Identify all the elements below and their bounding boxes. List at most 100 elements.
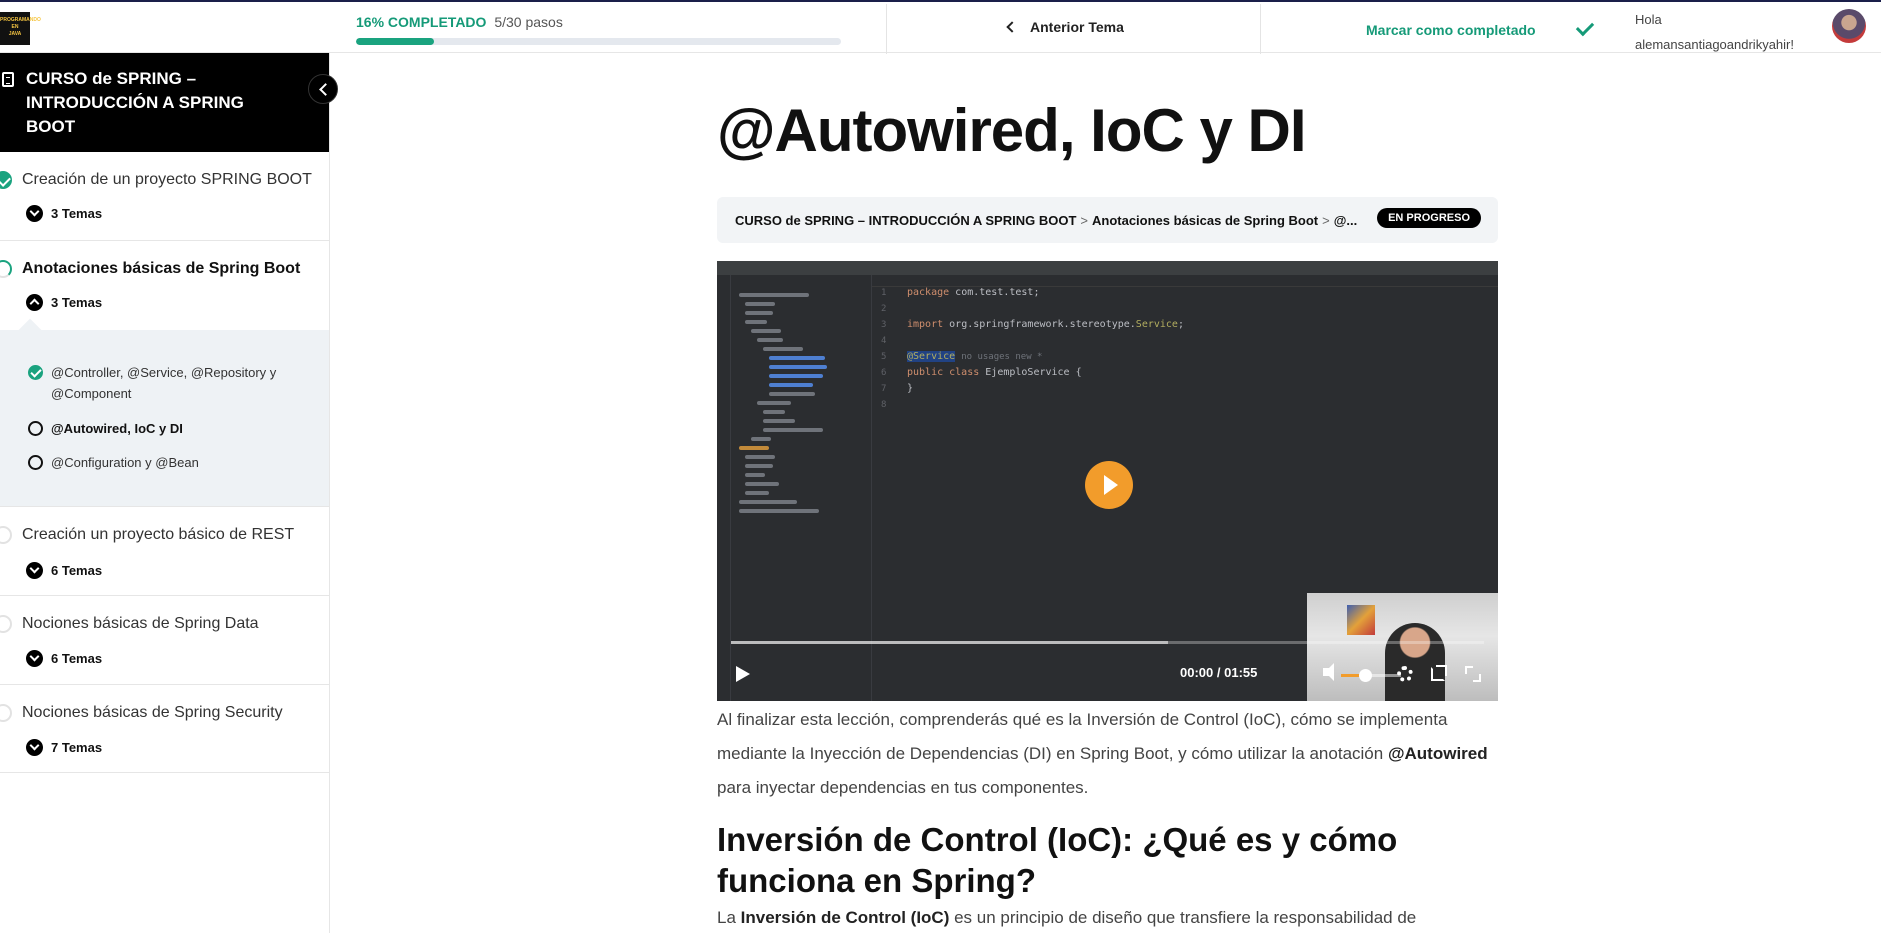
topic-label: @Controller, @Service, @Repository y @Co… xyxy=(51,362,276,404)
seek-bar-buffered xyxy=(731,641,1168,644)
topic-label: @Autowired, IoC y DI xyxy=(51,421,183,436)
topics-toggle[interactable]: 7 Temas xyxy=(26,739,102,756)
divider xyxy=(1260,4,1261,54)
breadcrumb-course[interactable]: CURSO de SPRING – INTRODUCCIÓN A SPRING … xyxy=(735,213,1076,228)
code-line-7: } xyxy=(907,383,914,394)
section-heading: Inversión de Control (IoC): ¿Qué es y có… xyxy=(717,821,1398,899)
time-separator: / xyxy=(1216,665,1221,680)
course-title: CURSO de SPRING – INTRODUCCIÓN A SPRING … xyxy=(26,69,244,136)
circle-icon xyxy=(0,615,12,633)
chevron-down-icon xyxy=(26,739,43,756)
topic-label-line1: @Controller, @Service, @Repository y xyxy=(51,365,277,380)
lesson-item[interactable]: Anotaciones básicas de Spring Boot 3 Tem… xyxy=(0,241,329,330)
circle-icon xyxy=(28,455,43,470)
code-line-5: @Service no usages new * xyxy=(907,351,1043,362)
topic-item[interactable]: @Controller, @Service, @Repository y @Co… xyxy=(28,362,276,404)
circle-icon xyxy=(0,526,12,544)
code-editor: package com.test.test; import org.spring… xyxy=(907,285,1184,397)
breadcrumb-lesson[interactable]: Anotaciones básicas de Spring Boot xyxy=(1092,213,1318,228)
lesson-title[interactable]: Nociones básicas de Spring Security xyxy=(22,704,283,722)
mark-complete-button[interactable]: Marcar como completado xyxy=(1366,22,1536,38)
poster xyxy=(1347,605,1375,635)
topics-toggle[interactable]: 3 Temas xyxy=(26,294,102,311)
ioc-bold: Inversión de Control (IoC) xyxy=(740,908,950,927)
completed-check-icon xyxy=(0,171,12,189)
ide-tool-gutter xyxy=(717,275,731,701)
lesson-item[interactable]: Creación un proyecto básico de REST 6 Te… xyxy=(0,506,329,596)
topics-toggle[interactable]: 6 Temas xyxy=(26,562,102,579)
page-title: @Autowired, IoC y DI xyxy=(717,97,1307,164)
course-header[interactable]: CURSO de SPRING – INTRODUCCIÓN A SPRING … xyxy=(0,53,338,152)
circle-icon xyxy=(28,421,43,436)
volume-slider[interactable] xyxy=(1341,669,1401,682)
volume-knob[interactable] xyxy=(1359,669,1372,682)
lesson-item[interactable]: Nociones básicas de Spring Data 6 Temas xyxy=(0,596,329,685)
breadcrumb-separator: > xyxy=(1080,212,1088,228)
gear-icon[interactable] xyxy=(1397,666,1413,682)
user-greeting: Hola alemansantiagoandrikyahir! xyxy=(1635,7,1794,57)
status-badge: EN PROGRESO xyxy=(1377,208,1481,228)
topics-count: 3 Temas xyxy=(51,295,103,310)
divider xyxy=(886,4,887,54)
topic-label: @Configuration y @Bean xyxy=(51,455,199,470)
check-icon[interactable] xyxy=(1575,17,1595,37)
ide-project-tree xyxy=(731,275,872,701)
intro-text-end: para inyectar dependencias en tus compon… xyxy=(717,778,1089,797)
lesson-item[interactable]: Creación de un proyecto SPRING BOOT 3 Te… xyxy=(0,152,329,241)
intro-text: Al finalizar esta lección, comprenderás … xyxy=(717,710,1448,763)
breadcrumb-current: @... xyxy=(1333,212,1358,228)
topics-count: 6 Temas xyxy=(51,563,103,578)
lesson-title[interactable]: Nociones básicas de Spring Data xyxy=(22,615,259,633)
breadcrumb-separator: > xyxy=(1322,212,1330,228)
collapse-sidebar-button[interactable] xyxy=(308,74,338,104)
intro-paragraph: Al finalizar esta lección, comprenderás … xyxy=(717,703,1507,805)
topics-toggle[interactable]: 3 Temas xyxy=(26,205,102,222)
ioc-text: La xyxy=(717,908,741,927)
play-icon[interactable] xyxy=(736,666,750,682)
chevron-down-icon xyxy=(26,205,43,222)
course-progress: 16% COMPLETADO 5/30 pasos xyxy=(356,14,841,45)
greeting-username: alemansantiagoandrikyahir! xyxy=(1635,37,1794,52)
progress-bar-fill xyxy=(356,38,434,45)
presenter xyxy=(1385,623,1445,701)
progress-ring-icon xyxy=(0,260,12,278)
time-current: 00:00 xyxy=(1180,665,1214,680)
ioc-text-end: es un principio de diseño que transfiere… xyxy=(949,908,1417,927)
breadcrumb: CURSO de SPRING – INTRODUCCIÓN A SPRING … xyxy=(717,197,1498,243)
intro-bold: @Autowired xyxy=(1387,744,1488,763)
chevron-down-icon xyxy=(26,562,43,579)
topic-list: @Controller, @Service, @Repository y @Co… xyxy=(0,318,329,506)
greeting-hello: Hola xyxy=(1635,12,1662,27)
video-player[interactable]: 12345678 package com.test.test; import o… xyxy=(717,261,1498,701)
lesson-title[interactable]: Creación de un proyecto SPRING BOOT xyxy=(22,171,312,189)
top-bar: PROGRAMANDO EN JAVA 16% COMPLETADO 5/30 … xyxy=(0,0,1881,54)
chevron-left-icon xyxy=(1006,21,1018,33)
topics-toggle[interactable]: 6 Temas xyxy=(26,650,102,667)
logo-line2: EN xyxy=(11,24,19,30)
popout-icon[interactable] xyxy=(1431,665,1447,681)
avatar[interactable] xyxy=(1832,9,1866,43)
topics-count: 6 Temas xyxy=(51,651,103,666)
site-logo[interactable]: PROGRAMANDO EN JAVA xyxy=(0,12,41,45)
line-numbers: 12345678 xyxy=(881,288,887,410)
topic-label-line2: @Component xyxy=(51,386,132,401)
play-button-large[interactable] xyxy=(1085,461,1133,509)
code-line-6: public class EjemploService { xyxy=(907,367,1082,378)
code-line-1: package com.test.test; xyxy=(907,287,1040,298)
lesson-item[interactable]: Nociones básicas de Spring Security 7 Te… xyxy=(0,685,329,773)
previous-topic-button[interactable]: Anterior Tema xyxy=(1006,19,1124,35)
lesson-title[interactable]: Anotaciones básicas de Spring Boot xyxy=(22,260,300,278)
fullscreen-icon[interactable] xyxy=(1465,666,1481,682)
time-display: 00:00 / 01:55 xyxy=(1180,665,1257,680)
topic-item[interactable]: @Configuration y @Bean xyxy=(28,452,199,473)
progress-percent: 16% COMPLETADO xyxy=(356,14,487,30)
chevron-up-icon xyxy=(26,294,43,311)
topics-count: 3 Temas xyxy=(51,206,103,221)
progress-steps: 5/30 pasos xyxy=(494,14,563,30)
lesson-title[interactable]: Creación un proyecto básico de REST xyxy=(22,526,294,544)
topic-item-current[interactable]: @Autowired, IoC y DI xyxy=(28,418,183,439)
volume-icon[interactable] xyxy=(1323,663,1334,681)
webcam-overlay xyxy=(1307,593,1498,701)
seek-bar[interactable] xyxy=(731,641,1484,644)
previous-topic-label: Anterior Tema xyxy=(1030,19,1124,35)
